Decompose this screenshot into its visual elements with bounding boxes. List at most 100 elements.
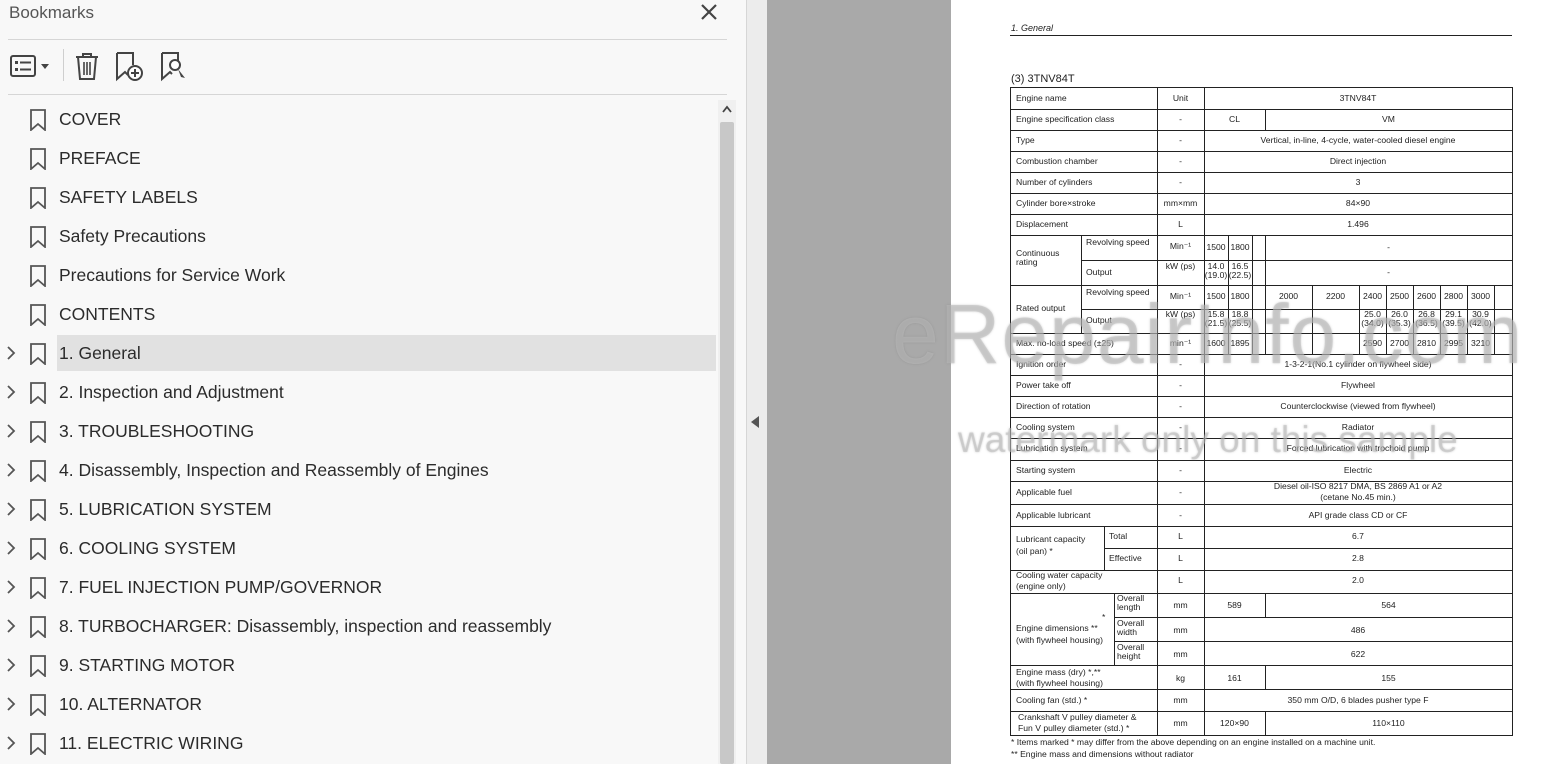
combustion-value: Direct injection <box>1329 156 1387 166</box>
bookmark-item[interactable]: 1. General <box>0 335 720 371</box>
bookmark-label-area[interactable]: 7. FUEL INJECTION PUMP/GOVERNOR <box>57 569 716 605</box>
value: 110×110 <box>1372 718 1405 728</box>
chevron-right-icon[interactable] <box>4 735 18 751</box>
bookmark-item[interactable]: 2. Inspection and Adjustment <box>0 374 720 410</box>
bookmark-label-area[interactable]: SAFETY LABELS <box>57 179 716 215</box>
bookmark-item[interactable]: 11. ELECTRIC WIRING <box>0 725 720 761</box>
unit: - <box>1179 135 1182 145</box>
chevron-right-icon[interactable] <box>4 384 18 400</box>
label-effective: Effective <box>1109 553 1142 563</box>
bookmark-item[interactable]: 8. TURBOCHARGER: Disassembly, inspection… <box>0 608 720 644</box>
label-output: Output <box>1086 267 1112 277</box>
label-output: Output <box>1086 315 1112 325</box>
value: 1500 <box>1206 291 1226 301</box>
label-continuous-rating: Continuous rating <box>1016 248 1060 268</box>
chevron-right-icon[interactable] <box>4 618 18 634</box>
chevron-right-icon[interactable] <box>4 423 18 439</box>
label-max-noload: Max. no-load speed (±25) <box>1016 338 1114 348</box>
bookmark-icon <box>29 109 47 132</box>
bookmark-icon <box>29 733 47 756</box>
bookmark-label-area[interactable]: Precautions for Service Work <box>57 257 716 293</box>
scroll-up-button[interactable] <box>718 100 736 120</box>
bookmark-label-area[interactable]: CONTENTS <box>57 296 716 332</box>
value: (cetane No.45 min.) <box>1320 492 1396 502</box>
bookmark-label-area[interactable]: PREFACE <box>57 140 716 176</box>
displacement-value: 1.496 <box>1347 219 1369 229</box>
bookmark-label-area[interactable]: 9. STARTING MOTOR <box>57 647 716 683</box>
bookmark-label-area[interactable]: 10. ALTERNATOR <box>57 686 716 722</box>
bookmark-item[interactable]: Safety Precautions <box>0 218 720 254</box>
chevron-right-icon[interactable] <box>4 501 18 517</box>
find-bookmark-button[interactable] <box>158 50 190 82</box>
scroll-thumb[interactable] <box>720 122 734 764</box>
chevron-right-icon[interactable] <box>4 657 18 673</box>
header-rule <box>1010 35 1512 36</box>
bookmark-label-area[interactable]: Safety Precautions <box>57 218 716 254</box>
bookmark-label-area[interactable]: 11. ELECTRIC WIRING <box>57 725 716 761</box>
bookmark-item[interactable]: 3. TROUBLESHOOTING <box>0 413 720 449</box>
panel-title: Bookmarks <box>9 3 95 22</box>
bookmark-item[interactable]: CONTENTS <box>0 296 720 332</box>
label-displacement: Displacement <box>1016 219 1069 229</box>
spec-table: Engine name Unit 3TNV84T Engine specific… <box>1010 87 1513 736</box>
label-starting: Starting system <box>1016 465 1076 475</box>
bookmark-item[interactable]: 7. FUEL INJECTION PUMP/GOVERNOR <box>0 569 720 605</box>
bore-value: 84×90 <box>1345 198 1371 208</box>
value: 486 <box>1350 625 1366 635</box>
bookmark-label-area[interactable]: 4. Disassembly, Inspection and Reassembl… <box>57 452 716 488</box>
chevron-right-icon[interactable] <box>4 462 18 478</box>
value: 15.8 (21.5) <box>1204 309 1228 329</box>
unit: L <box>1178 553 1183 563</box>
value: Diesel oil-ISO 8217 DMA, BS 2869 A1 or A… <box>1273 481 1443 491</box>
close-panel-button[interactable] <box>698 1 720 23</box>
bookmark-item[interactable]: 5. LUBRICATION SYSTEM <box>0 491 720 527</box>
unit: kW (ps) <box>1165 261 1196 271</box>
chevron-right-icon[interactable] <box>4 579 18 595</box>
bookmark-label-area[interactable]: 1. General <box>57 335 716 371</box>
bookmark-item[interactable]: 4. Disassembly, Inspection and Reassembl… <box>0 452 720 488</box>
bookmark-label-area[interactable]: 6. COOLING SYSTEM <box>57 530 716 566</box>
unit: - <box>1179 422 1182 432</box>
unit: - <box>1179 487 1182 497</box>
unit: kg <box>1175 673 1186 683</box>
bookmark-item[interactable]: Precautions for Service Work <box>0 257 720 293</box>
bookmark-item[interactable]: COVER <box>0 101 720 137</box>
bookmark-label-area[interactable]: 2. Inspection and Adjustment <box>57 374 716 410</box>
unit: mm <box>1173 695 1188 705</box>
value: 2.8 <box>1352 553 1364 563</box>
bookmark-label-area[interactable]: COVER <box>57 101 716 137</box>
bookmark-item[interactable]: 9. STARTING MOTOR <box>0 647 720 683</box>
bookmarks-scrollbar[interactable] <box>718 100 736 764</box>
page-header: 1. General <box>1011 23 1054 33</box>
options-menu-button[interactable] <box>9 50 51 82</box>
bookmark-item[interactable]: SAFETY LABELS <box>0 179 720 215</box>
label-rated-output: Rated output <box>1016 303 1066 313</box>
value: 2590 <box>1362 338 1383 348</box>
bookmark-label-area[interactable]: 8. TURBOCHARGER: Disassembly, inspection… <box>57 608 716 644</box>
bookmark-item[interactable]: PREFACE <box>0 140 720 176</box>
chevron-right-icon[interactable] <box>4 540 18 556</box>
chevron-right-icon[interactable] <box>4 696 18 712</box>
bookmark-item[interactable]: 10. ALTERNATOR <box>0 686 720 722</box>
unit: - <box>1179 177 1182 187</box>
bookmark-label-area[interactable]: 3. TROUBLESHOOTING <box>57 413 716 449</box>
unit: L <box>1178 531 1183 541</box>
bookmark-label: 11. ELECTRIC WIRING <box>59 733 244 753</box>
bookmark-label-area[interactable]: 5. LUBRICATION SYSTEM <box>57 491 716 527</box>
value: 155 <box>1381 673 1396 683</box>
unit: - <box>1179 443 1182 453</box>
bookmark-tree: COVER PREFACE SAFETY LABELS Safety Precauti… <box>0 100 720 764</box>
close-icon <box>701 4 717 20</box>
value: 3000 <box>1470 291 1491 301</box>
bookmark-add-icon <box>116 52 143 82</box>
collapse-panel-arrow-icon[interactable] <box>751 416 759 428</box>
panel-splitter[interactable] <box>746 0 767 764</box>
value: 3210 <box>1470 338 1491 348</box>
chevron-right-icon[interactable] <box>4 345 18 361</box>
new-bookmark-button[interactable] <box>113 50 145 82</box>
label-pulley-sub: Fun V pulley diameter (std.) * <box>1018 723 1130 733</box>
unit: - <box>1179 359 1182 369</box>
bookmark-item[interactable]: 6. COOLING SYSTEM <box>0 530 720 566</box>
delete-bookmark-button[interactable] <box>73 50 101 82</box>
value: 2400 <box>1362 291 1383 301</box>
